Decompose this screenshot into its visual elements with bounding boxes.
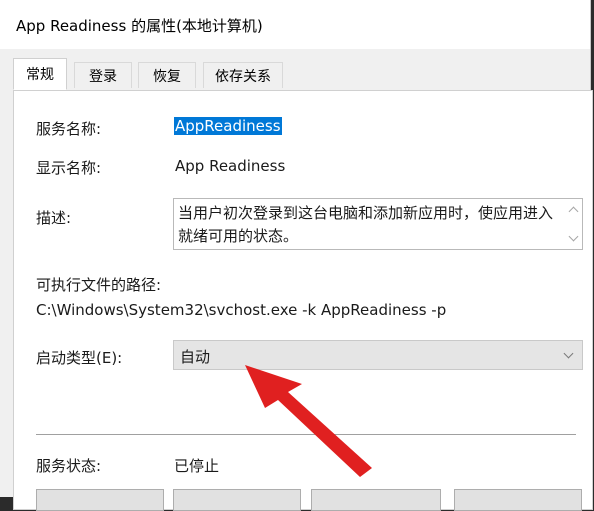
description-text: 当用户初次登录到这台电脑和添加新应用时，使应用进入就绪可用的状态。 — [178, 204, 554, 245]
chevron-down-icon[interactable] — [563, 348, 574, 359]
service-name-value[interactable]: AppReadiness — [174, 117, 282, 135]
tab-recovery[interactable]: 恢复 — [138, 62, 196, 88]
separator — [36, 434, 576, 435]
tab-dependencies[interactable]: 依存关系 — [203, 62, 283, 88]
service-status-label: 服务状态: — [36, 457, 102, 475]
startup-type-select[interactable]: 自动 — [173, 340, 583, 370]
display-name-label: 显示名称: — [36, 159, 102, 177]
service-name-label: 服务名称: — [36, 120, 102, 138]
service-status-value: 已停止 — [174, 457, 220, 475]
pause-button[interactable] — [311, 489, 441, 511]
title-bar: App Readiness 的属性(本地计算机) — [0, 0, 590, 49]
general-panel: 服务名称: AppReadiness 显示名称: App Readiness 描… — [13, 90, 593, 511]
path-value[interactable]: C:\Windows\System32\svchost.exe -k AppRe… — [36, 301, 446, 319]
tab-strip: 常规 登录 恢复 依存关系 — [0, 49, 590, 91]
path-label: 可执行文件的路径: — [36, 276, 162, 294]
startup-type-label: 启动类型(E): — [36, 349, 123, 367]
resume-button[interactable] — [454, 489, 582, 511]
window-title: App Readiness 的属性(本地计算机) — [16, 17, 263, 35]
start-button[interactable] — [36, 489, 164, 511]
display-name-value[interactable]: App Readiness — [175, 157, 285, 175]
startup-type-value: 自动 — [180, 348, 211, 366]
description-label: 描述: — [36, 209, 72, 227]
tab-logon[interactable]: 登录 — [74, 62, 132, 88]
tab-general[interactable]: 常规 — [13, 58, 67, 90]
description-scrollbar[interactable] — [565, 199, 582, 249]
description-box[interactable]: 当用户初次登录到这台电脑和添加新应用时，使应用进入就绪可用的状态。 — [173, 198, 583, 250]
properties-window: App Readiness 的属性(本地计算机) 常规 登录 恢复 依存关系 服… — [0, 0, 593, 511]
stop-button[interactable] — [173, 489, 301, 511]
chevron-up-icon[interactable] — [568, 206, 579, 217]
chevron-down-icon[interactable] — [568, 231, 579, 242]
